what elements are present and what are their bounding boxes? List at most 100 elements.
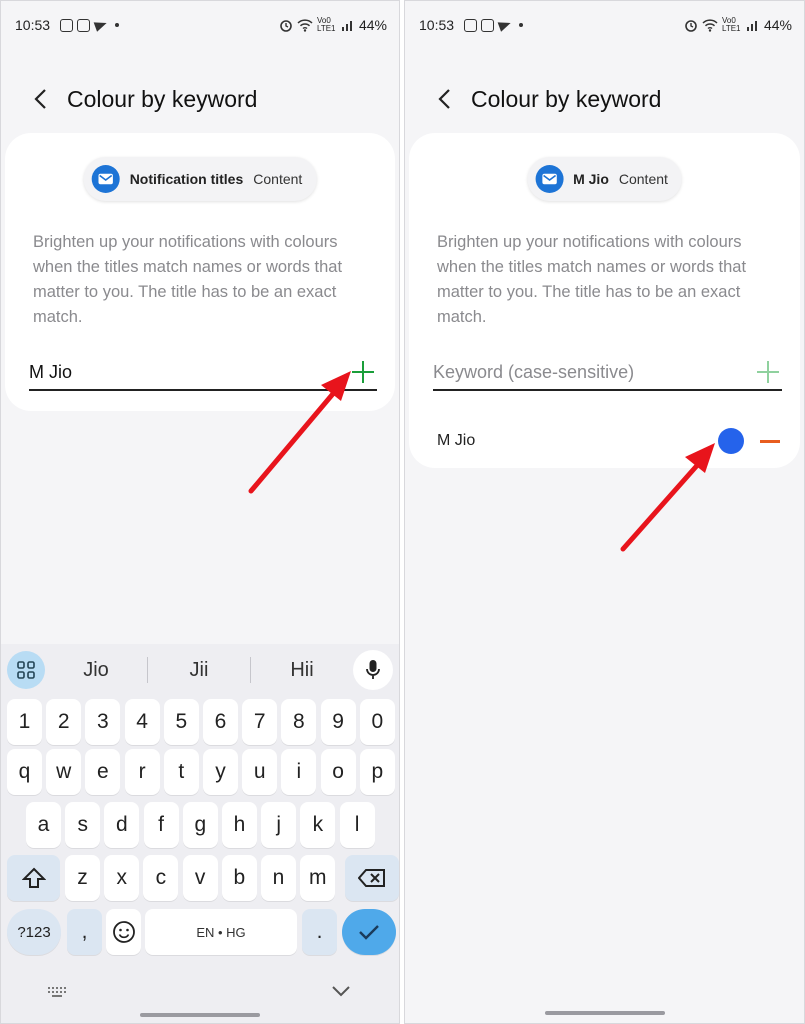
keyword-input-row[interactable]: M Jio (29, 355, 377, 391)
hide-keyboard-chevron-icon[interactable] (331, 985, 351, 997)
network-label: Vo0 LTE1 (316, 16, 336, 33)
letter-key[interactable]: z (65, 855, 100, 901)
keyword-card: M Jio Content Brighten up your notificat… (409, 133, 800, 468)
mail-icon (535, 165, 564, 193)
number-key[interactable]: 5 (163, 699, 199, 745)
remove-keyword-button[interactable] (760, 439, 780, 443)
keyword-entry: M Jio (437, 423, 780, 459)
period-key[interactable]: . (302, 909, 337, 955)
number-key[interactable]: 3 (85, 699, 121, 745)
letter-key[interactable]: v (182, 855, 218, 901)
letter-key[interactable]: q (7, 749, 42, 795)
letter-key[interactable]: h (222, 802, 257, 848)
key-row-3: zxcvbnm (5, 855, 399, 901)
suggestion-1[interactable]: Jio (45, 659, 147, 682)
letter-key[interactable]: b (221, 855, 257, 901)
letter-key[interactable]: c (143, 855, 179, 901)
back-button[interactable] (29, 88, 51, 110)
backspace-icon (358, 869, 385, 887)
status-right: Vo0 LTE1 44% (684, 17, 792, 33)
emoji-key[interactable] (106, 909, 141, 955)
keyword-input-row[interactable]: Keyword (case-sensitive) (433, 355, 782, 391)
letter-key[interactable]: l (339, 802, 375, 848)
telegram-icon (497, 18, 513, 32)
number-key[interactable]: 9 (320, 699, 356, 745)
letter-key[interactable]: f (143, 802, 179, 848)
letter-key[interactable]: s (65, 802, 101, 848)
suggestion-2[interactable]: Jii (148, 659, 250, 682)
letter-key[interactable]: j (261, 802, 297, 848)
status-time: 10:53 (419, 17, 455, 33)
number-key[interactable]: 1 (7, 699, 42, 745)
add-keyword-button[interactable] (349, 358, 377, 386)
letter-key[interactable]: e (85, 749, 121, 795)
number-key[interactable]: 2 (46, 699, 82, 745)
home-indicator[interactable] (544, 1011, 665, 1015)
number-row: 1234567890 (5, 699, 395, 745)
letter-key[interactable]: o (320, 749, 356, 795)
comma-key[interactable]: , (67, 909, 102, 955)
gallery-icon (77, 18, 91, 32)
letter-key[interactable]: t (163, 749, 199, 795)
left-phone-screen: 10:53 Vo0 LTE1 44% Colour by keyword Not… (0, 0, 400, 1024)
letter-key[interactable]: u (242, 749, 278, 795)
chip-content: Content (253, 171, 303, 187)
letter-key[interactable]: w (46, 749, 82, 795)
notification-preview-chip: M Jio Content (527, 157, 682, 201)
voice-input-button[interactable] (353, 650, 393, 690)
key-row-2: asdfghjkl (5, 802, 395, 848)
chip-title: M Jio (573, 171, 609, 187)
description-text: Brighten up your notifications with colo… (33, 233, 343, 326)
letter-key[interactable]: a (26, 802, 61, 848)
instagram-icon (481, 18, 495, 32)
key-row-1: qwertyuiop (5, 749, 395, 795)
letter-key[interactable]: p (359, 749, 395, 795)
number-key[interactable]: 0 (359, 699, 395, 745)
home-indicator[interactable] (140, 1013, 260, 1017)
alarm-icon (280, 20, 292, 32)
letter-key[interactable]: x (104, 855, 140, 901)
checkmark-icon (359, 925, 379, 940)
mail-icon (91, 165, 120, 193)
number-key[interactable]: 6 (203, 699, 238, 745)
status-right: Vo0 LTE1 44% (279, 17, 387, 33)
network-label: Vo0 LTE1 (721, 16, 741, 33)
suggestion-3[interactable]: Hii (251, 659, 353, 682)
add-keyword-button[interactable] (754, 358, 782, 386)
number-key[interactable]: 7 (242, 699, 278, 745)
letter-key[interactable]: g (182, 802, 218, 848)
back-button[interactable] (433, 88, 455, 110)
chip-content: Content (618, 171, 668, 187)
space-key[interactable]: EN • HG (145, 909, 297, 955)
shift-key[interactable] (7, 855, 60, 901)
telegram-icon (93, 18, 109, 32)
keyboard-switch-icon[interactable] (47, 985, 69, 999)
letter-key[interactable]: y (203, 749, 238, 795)
navigation-bar (405, 993, 804, 1023)
symbols-key[interactable]: ?123 (7, 909, 61, 955)
keyword-color-picker[interactable] (718, 428, 744, 454)
page-title: Colour by keyword (67, 85, 258, 112)
back-arrow-icon (438, 89, 450, 109)
letter-key[interactable]: r (124, 749, 160, 795)
battery-label: 44% (763, 17, 792, 33)
keyword-entry-label: M Jio (437, 432, 476, 449)
backspace-key[interactable] (345, 855, 399, 901)
microphone-icon (366, 660, 380, 679)
keyword-input[interactable]: M Jio (29, 362, 72, 383)
keyword-input-placeholder[interactable]: Keyword (case-sensitive) (433, 362, 634, 383)
letter-key[interactable]: d (104, 802, 140, 848)
number-key[interactable]: 4 (124, 699, 160, 745)
signal-icon (746, 21, 757, 31)
number-key[interactable]: 8 (281, 699, 317, 745)
letter-key[interactable]: n (261, 855, 296, 901)
back-arrow-icon (34, 89, 46, 109)
letter-key[interactable]: k (300, 802, 336, 848)
keyboard-menu-button[interactable] (7, 651, 45, 689)
chip-title: Notification titles (129, 171, 244, 187)
letter-key[interactable]: i (281, 749, 317, 795)
app-header: Colour by keyword (405, 79, 804, 119)
letter-key[interactable]: m (300, 855, 336, 901)
done-key[interactable] (342, 909, 396, 955)
status-bar: 10:53 Vo0 LTE1 44% (419, 13, 792, 37)
